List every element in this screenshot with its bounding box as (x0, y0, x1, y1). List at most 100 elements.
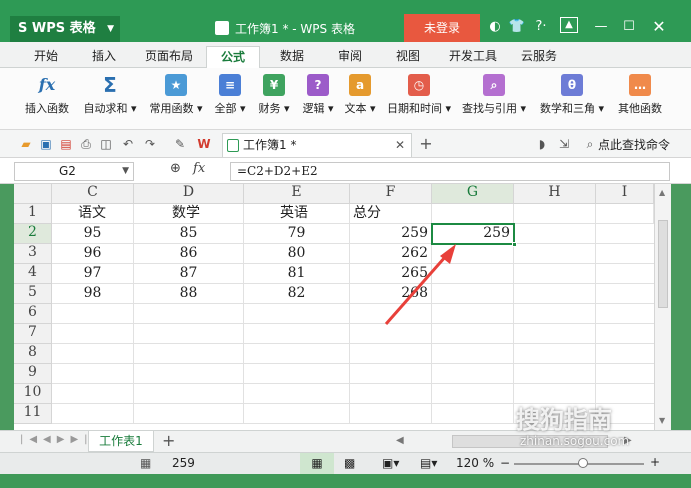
file-tab[interactable]: 工作簿1 * ✕ (222, 133, 412, 157)
math-trig-button[interactable]: θ 数学和三角 ▾ (536, 72, 608, 126)
open-folder-icon[interactable]: ▰ (18, 136, 34, 152)
cell-d2[interactable]: 85 (134, 224, 244, 244)
reading-mode-icon[interactable]: ▤▾ (420, 456, 437, 470)
app-menu-button[interactable]: S WPS 表格 ▼ (10, 16, 120, 42)
insert-function-button[interactable]: fx 插入函数 (20, 72, 74, 126)
autosum-button[interactable]: Σ 自动求和 ▾ (80, 72, 140, 126)
cell-f2[interactable]: 259 (350, 224, 432, 244)
column-header-f[interactable]: F (350, 184, 432, 204)
cell-g1[interactable] (432, 204, 514, 224)
print-icon[interactable]: ⎙ (78, 136, 94, 152)
add-sheet-icon[interactable]: + (162, 431, 175, 450)
cell-d4[interactable]: 87 (134, 264, 244, 284)
all-functions-button[interactable]: ≡ 全部 ▾ (212, 72, 248, 126)
row-header[interactable]: 2 (14, 224, 52, 244)
column-header-h[interactable]: H (514, 184, 596, 204)
lookup-reference-button[interactable]: ⌕ 查找与引用 ▾ (458, 72, 530, 126)
cell-f5[interactable]: 268 (350, 284, 432, 304)
command-search-label[interactable]: 点此查找命令 (598, 136, 670, 153)
cell-f3[interactable]: 262 (350, 244, 432, 264)
cell-c1[interactable]: 语文 (52, 204, 134, 224)
shirt-icon[interactable]: 👕 (508, 17, 526, 37)
share-icon[interactable]: ⇲ (556, 136, 572, 152)
cell-f1[interactable]: 总分 (350, 204, 432, 224)
login-button[interactable]: 未登录 (404, 14, 480, 42)
row-header[interactable]: 3 (14, 244, 52, 264)
redo-icon[interactable]: ↷ (142, 136, 158, 152)
restore-window-icon[interactable]: ▲ (560, 17, 578, 33)
row-header[interactable]: 5 (14, 284, 52, 304)
tab-page-layout[interactable]: 页面布局 (138, 46, 200, 68)
name-box[interactable]: G2 ▼ (14, 162, 134, 181)
tab-insert[interactable]: 插入 (80, 46, 128, 68)
tab-cloud-service[interactable]: 云服务 (512, 46, 566, 68)
sheet-nav-arrows-icon[interactable]: |◀◀▶▶| (20, 434, 94, 445)
cell-e4[interactable]: 81 (244, 264, 350, 284)
fx-icon[interactable]: fx (193, 161, 205, 176)
format-painter-icon[interactable]: ✎ (172, 136, 188, 152)
scroll-down-icon[interactable]: ▼ (659, 416, 665, 425)
bookmark-icon[interactable]: ◗ (534, 136, 550, 152)
undo-icon[interactable]: ↶ (120, 136, 136, 152)
more-functions-button[interactable]: … 其他函数 (612, 72, 668, 126)
zoom-level[interactable]: 120 % (456, 456, 494, 470)
row-header[interactable]: 9 (14, 364, 52, 384)
fill-handle[interactable] (512, 242, 517, 247)
row-header[interactable]: 8 (14, 344, 52, 364)
common-functions-button[interactable]: ★ 常用函数 ▾ (146, 72, 206, 126)
save-icon[interactable]: ▣ (38, 136, 54, 152)
cell-e2[interactable]: 79 (244, 224, 350, 244)
column-header-g[interactable]: G (432, 184, 514, 204)
row-header[interactable]: 6 (14, 304, 52, 324)
normal-view-icon[interactable]: ▦ (300, 453, 334, 474)
cell-f4[interactable]: 265 (350, 264, 432, 284)
date-time-button[interactable]: ◷ 日期和时间 ▾ (384, 72, 454, 126)
select-all-corner[interactable] (14, 184, 52, 204)
cell-d1[interactable]: 数学 (134, 204, 244, 224)
wps-doc-icon[interactable]: W (196, 136, 212, 152)
export-pdf-icon[interactable]: ▤ (58, 136, 74, 152)
row-header[interactable]: 7 (14, 324, 52, 344)
cell-c4[interactable]: 97 (52, 264, 134, 284)
vertical-scrollbar[interactable]: ▲ ▼ (654, 184, 671, 430)
tab-review[interactable]: 审阅 (326, 46, 374, 68)
text-function-button[interactable]: a 文本 ▾ (340, 72, 380, 126)
cell-e1[interactable]: 英语 (244, 204, 350, 224)
minimize-icon[interactable]: — (592, 17, 610, 37)
tab-data[interactable]: 数据 (268, 46, 316, 68)
column-header-d[interactable]: D (134, 184, 244, 204)
row-header[interactable]: 1 (14, 204, 52, 224)
cell-h1[interactable] (514, 204, 596, 224)
page-break-view-icon[interactable]: ▩ (344, 456, 355, 470)
column-header-c[interactable]: C (52, 184, 134, 204)
row-header[interactable]: 4 (14, 264, 52, 284)
cell-d3[interactable]: 86 (134, 244, 244, 264)
page-layout-view-icon[interactable]: ▣▾ (382, 456, 399, 470)
cell-i1[interactable] (596, 204, 654, 224)
help-icon[interactable]: ?· (532, 17, 550, 37)
search-icon[interactable]: ⌕ (582, 136, 598, 152)
column-header-e[interactable]: E (244, 184, 350, 204)
cell-e5[interactable]: 82 (244, 284, 350, 304)
scroll-up-icon[interactable]: ▲ (659, 188, 665, 197)
maximize-icon[interactable]: ☐ (620, 17, 638, 37)
close-icon[interactable]: ✕ (650, 17, 668, 37)
zoom-slider-thumb[interactable] (578, 458, 588, 468)
cell-e3[interactable]: 80 (244, 244, 350, 264)
finance-button[interactable]: ¥ 财务 ▾ (254, 72, 294, 126)
zoom-formula-icon[interactable]: ⊕ (170, 161, 181, 176)
tab-developer[interactable]: 开发工具 (442, 46, 504, 68)
tab-view[interactable]: 视图 (384, 46, 432, 68)
cell-c2[interactable]: 95 (52, 224, 134, 244)
print-preview-icon[interactable]: ◫ (98, 136, 114, 152)
vertical-scroll-thumb[interactable] (658, 220, 668, 308)
close-tab-icon[interactable]: ✕ (395, 134, 405, 156)
skin-icon[interactable]: ◐ (488, 17, 502, 37)
zoom-out-icon[interactable]: − (500, 456, 510, 470)
formula-input[interactable]: =C2+D2+E2 (230, 162, 670, 181)
column-header-i[interactable]: I (596, 184, 654, 204)
cell-c5[interactable]: 98 (52, 284, 134, 304)
cell-selection[interactable] (431, 223, 517, 247)
row-header[interactable]: 11 (14, 404, 52, 424)
tab-start[interactable]: 开始 (22, 46, 70, 68)
